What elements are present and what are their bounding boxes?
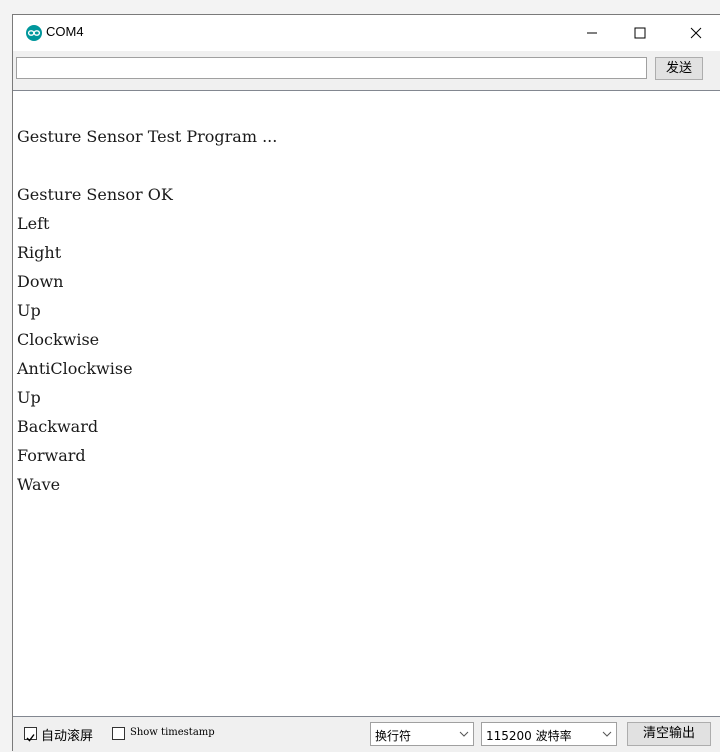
output-line: Gesture Sensor Test Program ... (17, 127, 278, 146)
baud-rate-value: 115200 波特率 (486, 729, 572, 743)
send-row: 发送 (13, 51, 720, 87)
autoscroll-label: 自动滚屏 (41, 729, 94, 744)
line-ending-value: 换行符 (375, 729, 412, 743)
output-line: Down (17, 272, 64, 291)
output-line: Up (17, 301, 41, 320)
output-line: Clockwise (17, 330, 100, 349)
clear-output-button[interactable]: 清空输出 (627, 722, 711, 746)
output-line: Right (17, 243, 62, 262)
serial-output[interactable]: Gesture Sensor Test Program ... Gesture … (13, 90, 720, 717)
chevron-down-icon (602, 731, 612, 737)
close-icon (690, 27, 702, 39)
output-line: Backward (17, 417, 99, 436)
minimize-button[interactable] (569, 15, 615, 51)
title-bar: COM4 (13, 15, 720, 51)
output-line: Forward (17, 446, 86, 465)
output-line: Left (17, 214, 50, 233)
line-ending-select[interactable]: 换行符 (370, 722, 474, 746)
output-line: AntiClockwise (17, 359, 133, 378)
timestamp-label: Show timestamp (130, 727, 215, 738)
output-line: Wave (17, 475, 61, 494)
close-button[interactable] (673, 15, 719, 51)
maximize-button[interactable] (617, 15, 663, 51)
output-line: Gesture Sensor OK (17, 185, 173, 204)
chevron-down-icon (459, 731, 469, 737)
checkmark-icon (26, 734, 35, 742)
output-line: Up (17, 388, 41, 407)
autoscroll-checkbox[interactable] (24, 727, 37, 742)
maximize-icon (634, 27, 646, 39)
window-title: COM4 (46, 24, 84, 39)
serial-monitor-window: COM4 发送 Gesture Sensor Test Program ... … (12, 14, 720, 752)
send-button[interactable]: 发送 (655, 57, 703, 80)
status-bar: 自动滚屏 Show timestamp 换行符 115200 波特率 清空输出 (13, 717, 720, 752)
arduino-logo-icon (26, 25, 42, 41)
baud-rate-select[interactable]: 115200 波特率 (481, 722, 617, 746)
send-input[interactable] (16, 57, 647, 79)
timestamp-checkbox[interactable] (112, 727, 125, 740)
minimize-icon (587, 32, 597, 34)
